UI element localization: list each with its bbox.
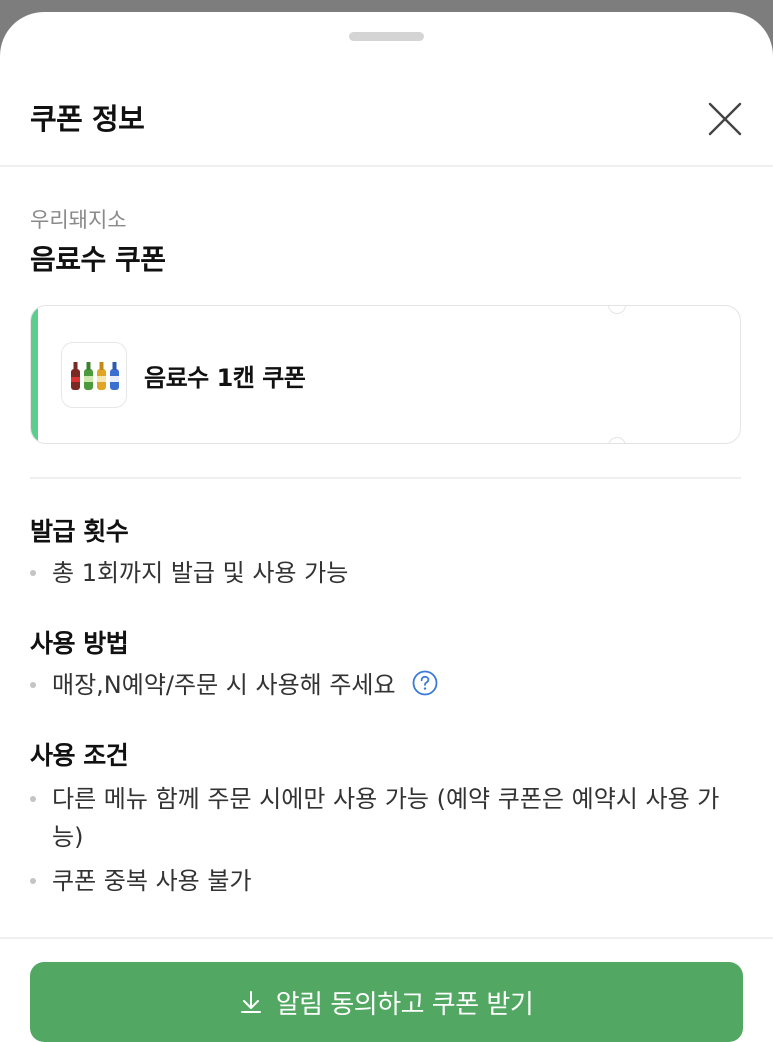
list-item: 다른 메뉴 함께 주문 시에만 사용 가능 (예약 쿠폰은 예약시 사용 가능) [30, 780, 730, 856]
download-icon [240, 991, 261, 1013]
list-item: 매장,N예약/주문 시 사용해 주세요 [30, 666, 730, 704]
store-name: 우리돼지소 [30, 208, 127, 232]
receive-coupon-label: 알림 동의하고 쿠폰 받기 [275, 989, 534, 1020]
header-divider [0, 165, 773, 167]
bullet-dot [30, 878, 36, 884]
ticket-notch-top [608, 306, 626, 314]
sheet-title: 쿠폰 정보 [30, 102, 145, 136]
list-item-text: 쿠폰 중복 사용 불가 [52, 867, 252, 895]
close-button[interactable] [704, 98, 746, 140]
coupon-ticket: 음료수 1캔 쿠폰 [30, 305, 741, 444]
list-item: 총 1회까지 발급 및 사용 가능 [30, 554, 730, 592]
product-thumbnail [61, 342, 127, 408]
footer-divider [0, 937, 773, 939]
list-item: 쿠폰 중복 사용 불가 [30, 862, 730, 900]
section-title-usage-method: 사용 방법 [30, 629, 129, 658]
ticket-accent-bar [31, 306, 38, 443]
list-item-text: 다른 메뉴 함께 주문 시에만 사용 가능 (예약 쿠폰은 예약시 사용 가능) [52, 785, 720, 851]
section-title-issue-count: 발급 횟수 [30, 517, 129, 546]
receive-coupon-button[interactable]: 알림 동의하고 쿠폰 받기 [30, 962, 743, 1042]
bullet-dot [30, 570, 36, 576]
grabber-handle[interactable] [349, 32, 424, 41]
ticket-notch-bottom [608, 437, 626, 443]
content-divider [30, 477, 741, 479]
bottom-sheet: 쿠폰 정보 우리돼지소 음료수 쿠폰 음료수 1캔 쿠폰 발급 횟수 총 1회까… [0, 12, 773, 1042]
bottles-icon [71, 362, 119, 390]
section-title-usage-conditions: 사용 조건 [30, 741, 129, 770]
bullet-dot [30, 682, 36, 688]
coupon-title: 음료수 쿠폰 [30, 243, 166, 276]
list-item-text: 매장,N예약/주문 시 사용해 주세요 [52, 671, 396, 699]
help-icon[interactable] [411, 669, 439, 697]
list-item-text: 총 1회까지 발급 및 사용 가능 [52, 559, 349, 587]
close-icon [708, 102, 742, 136]
ticket-label: 음료수 1캔 쿠폰 [144, 364, 306, 392]
bullet-dot [30, 796, 36, 802]
